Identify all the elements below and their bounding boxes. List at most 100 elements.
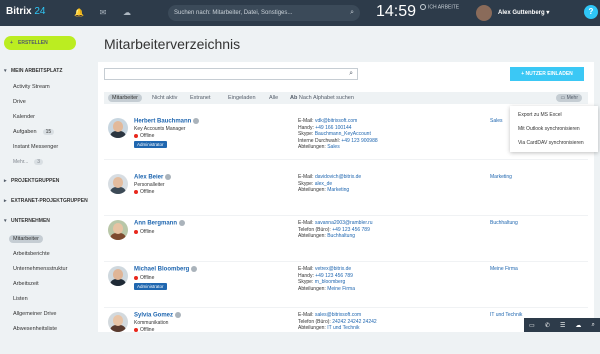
phone-link[interactable]: +49 123 456 789 <box>332 227 370 233</box>
chat-icon[interactable]: ✉ <box>98 8 108 18</box>
department-link[interactable]: Meine Firma <box>490 266 518 272</box>
chevron-down-icon: ▾ <box>546 10 550 16</box>
sidebar-item-work-reports[interactable]: Arbeitsberichte <box>13 251 50 257</box>
avatar[interactable] <box>108 266 128 286</box>
employee-name[interactable]: Herbert Bauchmann <box>134 118 200 125</box>
gear-icon[interactable] <box>175 312 182 318</box>
status-text: Offline <box>140 275 155 281</box>
list-icon[interactable]: ☰ <box>560 322 565 329</box>
clock[interactable]: 14:59 <box>376 3 416 21</box>
status-offline: Offline <box>134 133 154 139</box>
gear-icon[interactable] <box>179 220 186 226</box>
user-avatar[interactable] <box>476 5 492 21</box>
sidebar-item-messenger[interactable]: Instant Messenger <box>13 144 58 150</box>
avatar[interactable] <box>108 312 128 332</box>
filter-alphabet[interactable]: Ab Nach Alphabet suchen <box>290 94 354 102</box>
email-link[interactable]: davidovich@bitrix.de <box>315 174 361 180</box>
department-link[interactable]: Meine Firma <box>327 286 355 292</box>
department-link[interactable]: Buchhaltung <box>327 233 355 239</box>
sidebar-item-label: Listen <box>13 296 28 302</box>
sidebar-item-absence[interactable]: Abwesenheitsliste <box>13 326 57 332</box>
cloud-icon[interactable]: ☁ <box>575 322 581 329</box>
employee-name[interactable]: Ann Bergmann <box>134 220 186 227</box>
filter-inactive[interactable]: Nicht aktiv <box>152 94 177 102</box>
avatar[interactable] <box>108 118 128 138</box>
skype-link[interactable]: m_bloomberg <box>315 279 346 285</box>
employee-name[interactable]: Michael Bloomberg <box>134 266 198 273</box>
section-label: MEIN ARBEITSPLATZ <box>11 68 63 74</box>
section-extranet-groups[interactable]: ▸ EXTRANET-PROJEKTGRUPPEN <box>4 198 88 204</box>
skype-link[interactable]: alex_de <box>315 181 333 187</box>
employee-name[interactable]: Sylvia Gomez <box>134 312 182 319</box>
more-button[interactable]: ▭ Mehr <box>556 94 582 102</box>
gear-icon[interactable] <box>191 266 198 272</box>
email-link[interactable]: vetrex@bitrix.de <box>315 266 351 272</box>
user-menu[interactable]: Alex Guttenberg ▾ <box>498 9 549 16</box>
help-button[interactable]: ? <box>584 5 598 19</box>
department-link[interactable]: IT und Technik <box>327 325 359 331</box>
filter-invited[interactable]: Eingeladen <box>228 94 256 102</box>
skype-link[interactable]: Bauchmann_KeyAccount <box>315 131 371 137</box>
chat-icon[interactable]: ▭ <box>529 322 535 329</box>
sidebar-item-more[interactable]: Mehr... 3 <box>13 159 44 165</box>
sidebar-item-lists[interactable]: Listen <box>13 296 28 302</box>
gear-icon[interactable] <box>165 174 172 180</box>
menu-item-sync-outlook[interactable]: Mit Outlook synchronisieren <box>518 126 580 132</box>
status-offline: Offline <box>134 327 154 333</box>
search-icon[interactable]: ⌕ <box>350 5 354 21</box>
phone-icon[interactable]: ✆ <box>545 322 550 329</box>
section-my-workspace[interactable]: ▾ MEIN ARBEITSPLATZ <box>4 68 62 74</box>
status-offline: Offline <box>134 229 154 235</box>
chevron-right-icon: ▸ <box>4 198 7 204</box>
gear-icon[interactable] <box>193 118 200 124</box>
phone-link[interactable]: +49 123 900988 <box>341 138 377 144</box>
cloud-icon[interactable]: ☁ <box>122 8 132 18</box>
logo[interactable]: Bitrix 24 <box>6 6 45 17</box>
email-link[interactable]: sales@bitrixsoft.com <box>315 312 361 318</box>
sidebar-item-label: Abwesenheitsliste <box>13 326 58 332</box>
section-project-groups[interactable]: ▸ PROJEKTGRUPPEN <box>4 178 59 184</box>
avatar[interactable] <box>108 220 128 240</box>
sidebar-item-tasks[interactable]: Aufgaben 15 <box>13 129 55 135</box>
department-link[interactable]: IT und Technik <box>490 312 522 318</box>
invite-users-button[interactable]: + NUTZER EINLADEN <box>510 67 584 81</box>
sidebar-item-company-structure[interactable]: Unternehmensstruktur <box>13 266 67 272</box>
section-company[interactable]: ▾ UNTERNEHMEN <box>4 218 50 224</box>
sidebar-item-worktime[interactable]: Arbeitszeit <box>13 281 39 287</box>
sidebar-item-shared-drive[interactable]: Allgemeiner Drive <box>13 311 56 317</box>
create-button[interactable]: + ERSTELLEN <box>4 36 76 50</box>
search-icon[interactable]: ⌕ <box>349 70 353 78</box>
email-link[interactable]: savanna2003@rambler.ru <box>315 220 373 226</box>
department-link[interactable]: Marketing <box>327 187 349 193</box>
department-link[interactable]: Marketing <box>490 174 512 180</box>
work-status[interactable]: ICH ARBEITE <box>420 4 459 11</box>
filter-all[interactable]: Alle <box>269 94 278 102</box>
employee-search-input[interactable]: ⌕ <box>104 68 358 80</box>
global-search-input[interactable]: Suchen nach: Mitarbeiter, Datei, Sonstig… <box>168 5 360 21</box>
phone-link[interactable]: 24242 24242 24242 <box>332 319 377 325</box>
chevron-down-icon: ▾ <box>4 68 7 74</box>
sidebar-item-drive[interactable]: Drive <box>13 99 26 105</box>
search-icon[interactable]: ⌕ <box>592 322 595 329</box>
avatar[interactable] <box>108 174 128 194</box>
department-link[interactable]: Buchhaltung <box>490 220 518 226</box>
top-icons: 🔔 ✉ ☁ <box>74 8 132 18</box>
sidebar-item-calendar[interactable]: Kalender <box>13 114 35 120</box>
filter-employees[interactable]: Mitarbeiter <box>108 94 142 102</box>
menu-item-export-excel[interactable]: Export zu MS Excel <box>518 112 562 118</box>
page-title: Mitarbeiterverzeichnis <box>104 36 241 52</box>
contact-info: E-Mail: vetrex@bitrix.de Handy: +49 123 … <box>298 266 355 292</box>
status-text: Offline <box>140 327 155 333</box>
department-link[interactable]: Sales <box>490 118 503 124</box>
sidebar-item-activity-stream[interactable]: Activity Stream <box>13 84 50 90</box>
menu-item-sync-carddav[interactable]: Via CardDAV synchronisieren <box>518 140 584 146</box>
department-link[interactable]: Sales <box>327 144 340 150</box>
phone-link[interactable]: +49 166 100144 <box>315 125 351 131</box>
employee-name[interactable]: Alex Beier <box>134 174 172 181</box>
phone-link[interactable]: +49 123 456 789 <box>315 273 353 279</box>
filter-extranet[interactable]: Extranet <box>190 94 210 102</box>
email-link[interactable]: vdk@bitrixsoft.com <box>315 118 357 124</box>
sidebar-item-employees[interactable]: Mitarbeiter <box>9 235 43 243</box>
sidebar: + ERSTELLEN ▾ MEIN ARBEITSPLATZ Activity S… <box>0 26 90 332</box>
bell-icon[interactable]: 🔔 <box>74 8 84 18</box>
